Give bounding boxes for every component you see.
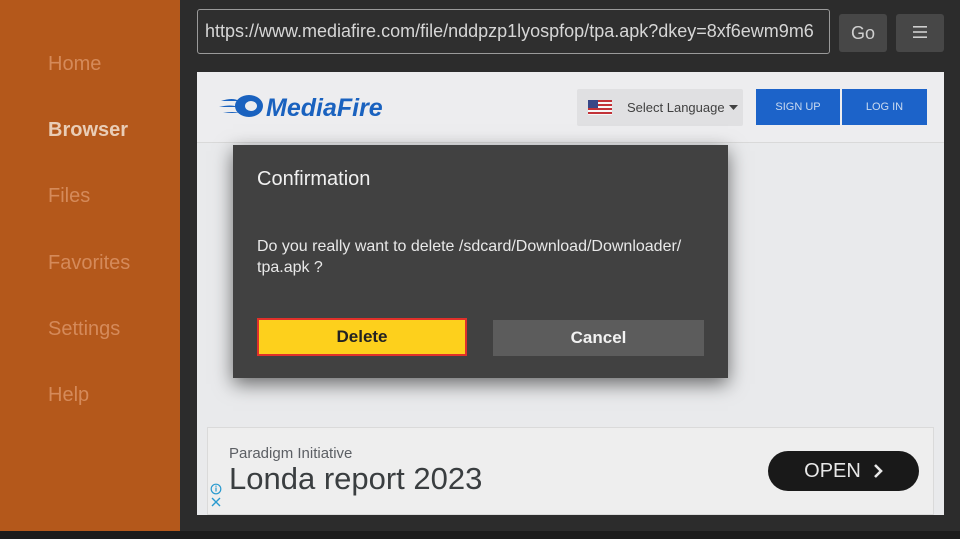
sidebar-item-files[interactable]: Files bbox=[48, 185, 90, 208]
sidebar: Home Browser Files Favorites Settings He… bbox=[0, 0, 180, 531]
dialog-title: Confirmation bbox=[257, 168, 371, 190]
sidebar-item-help[interactable]: Help bbox=[48, 384, 89, 407]
sidebar-item-favorites[interactable]: Favorites bbox=[48, 252, 130, 275]
sidebar-item-home[interactable]: Home bbox=[48, 53, 101, 76]
sidebar-item-browser[interactable]: Browser bbox=[48, 119, 128, 142]
hamburger-menu-icon bbox=[913, 26, 927, 38]
dialog-message: Do you really want to delete /sdcard/Dow… bbox=[257, 236, 707, 278]
sidebar-item-settings[interactable]: Settings bbox=[48, 318, 120, 341]
dialog-message-line-1: Do you really want to delete /sdcard/Dow… bbox=[257, 238, 682, 255]
url-input[interactable]: https://www.mediafire.com/file/nddpzp1ly… bbox=[197, 9, 830, 54]
menu-button[interactable] bbox=[896, 14, 944, 52]
confirmation-dialog: Confirmation Do you really want to delet… bbox=[233, 145, 728, 378]
dialog-message-line-2: tpa.apk ? bbox=[257, 259, 323, 276]
delete-button[interactable]: Delete bbox=[257, 318, 467, 356]
go-button[interactable]: Go bbox=[839, 14, 887, 52]
cancel-button[interactable]: Cancel bbox=[493, 320, 704, 356]
bottom-strip bbox=[0, 531, 960, 539]
